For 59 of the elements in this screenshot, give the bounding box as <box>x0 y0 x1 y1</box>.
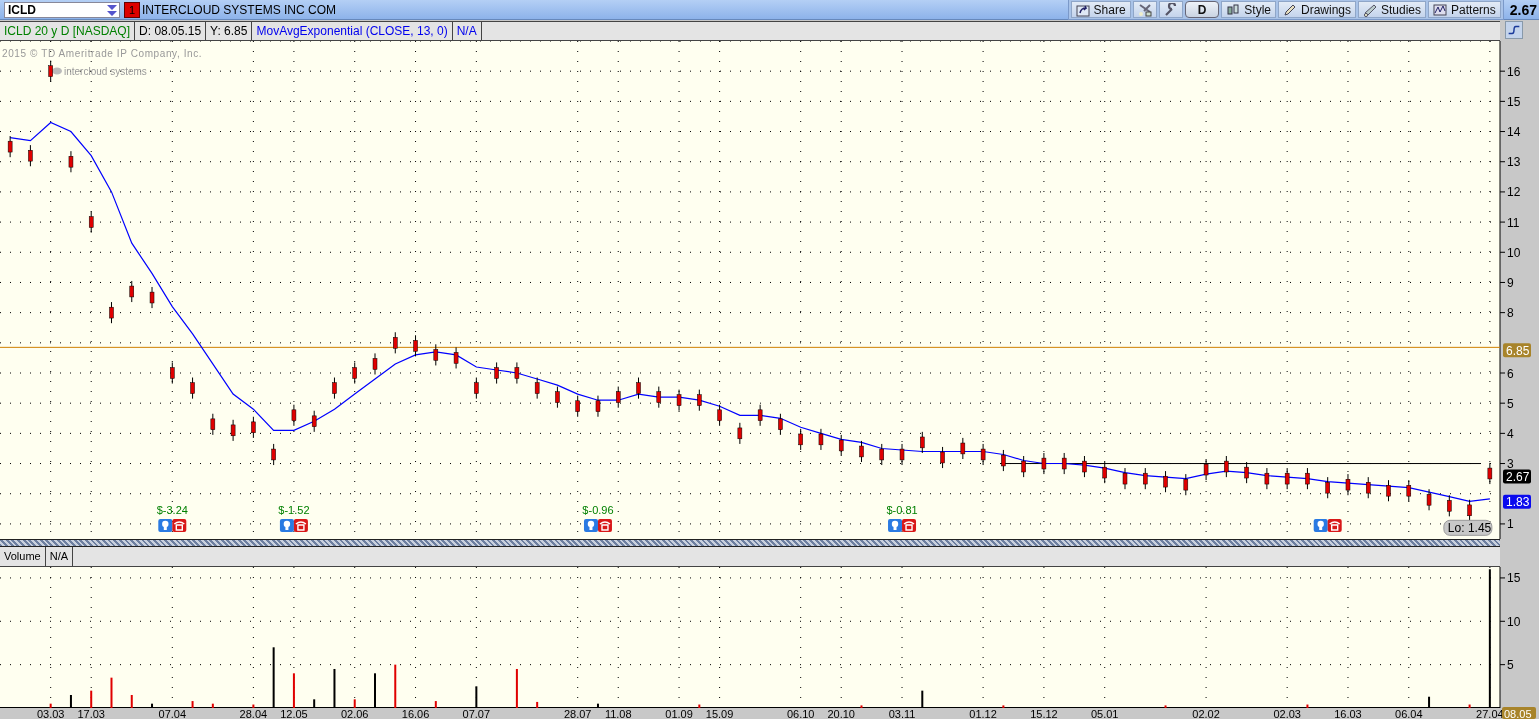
date-label: 07.07 <box>462 708 491 719</box>
study-label: N/A <box>452 22 482 40</box>
date-label: 05.01 <box>1090 708 1119 719</box>
axis-tick-label: 15 <box>1507 94 1521 109</box>
axis-tick-label: 14 <box>1507 125 1521 140</box>
date-label: 12.05 <box>280 708 308 719</box>
date-label: 16.03 <box>1334 708 1362 719</box>
date-label: 11.08 <box>604 708 632 719</box>
study-label: MovAvgExponential (CLOSE, 13, 0) <box>252 22 453 40</box>
date-label: 20.10 <box>827 708 855 719</box>
axis-tick-label: 15 <box>1507 571 1521 586</box>
axis-tick-label: 5 <box>1507 658 1514 673</box>
date-label: 17.03 <box>77 708 105 719</box>
price-badge: 1.83 <box>1503 494 1531 510</box>
cursor-value: D: 08.05.15 <box>135 22 207 40</box>
date-label: 15.09 <box>705 708 734 719</box>
date-label: 28.04 <box>239 708 268 719</box>
cursor-value: Y: 6.85 <box>206 22 253 40</box>
date-label: 06.10 <box>786 708 815 719</box>
date-label: 02.02 <box>1192 708 1220 719</box>
axis-tick-label: 10 <box>1507 614 1521 629</box>
date-label: 06.04 <box>1395 708 1423 719</box>
axis-tick-label: 1 <box>1507 517 1514 532</box>
axis-tick-label: 6 <box>1507 366 1514 381</box>
axis-tick-label: 9 <box>1507 275 1514 290</box>
axis-tick-label: 13 <box>1507 155 1521 170</box>
axis-tick-label: 12 <box>1507 185 1521 200</box>
symbol-description: ICLD 20 y D [NASDAQ] <box>0 22 136 40</box>
axis-tick-label: 16 <box>1507 64 1521 79</box>
date-label: 03.03 <box>36 708 65 719</box>
axis-tick-label: 3 <box>1507 457 1514 472</box>
date-label: 16.06 <box>401 708 430 719</box>
price-badge: 2.67 <box>1503 469 1531 484</box>
last-price: 2.67 <box>1509 1 1537 18</box>
date-label: 01.09 <box>665 708 693 719</box>
date-label: 28.07 <box>563 708 592 719</box>
axis-tick-label: 4 <box>1507 426 1514 441</box>
date-label: 03.11 <box>888 708 916 719</box>
earnings-label: $-1.52 <box>278 504 310 516</box>
alert-badge: 1 <box>124 1 140 18</box>
pane-label: N/A <box>45 547 74 566</box>
company-logo-text: intercloud systems <box>64 66 147 77</box>
copyright-text: 2015 © TD Ameritrade IP Company, Inc. <box>2 48 203 59</box>
date-label: 07.04 <box>158 708 187 719</box>
company-name: INTERCLOUD SYSTEMS INC COM <box>142 2 336 17</box>
earnings-label: $-3.24 <box>156 504 188 516</box>
date-label: 02.03 <box>1273 708 1301 719</box>
date-label: 15.12 <box>1030 708 1058 719</box>
pane-label: Volume <box>0 547 46 566</box>
date-label: 01.12 <box>969 708 997 719</box>
axis-tick-label: 8 <box>1507 306 1514 321</box>
axis-tick-label: 11 <box>1507 215 1520 230</box>
axis-tick-label: 10 <box>1507 245 1521 260</box>
earnings-label: $-0.81 <box>886 504 918 516</box>
price-badge: 6.85 <box>1503 343 1531 358</box>
earnings-label: $-0.96 <box>582 504 614 516</box>
low-price-label: Lo: 1.45 <box>1443 519 1493 536</box>
axis-tick-label: 5 <box>1507 396 1514 411</box>
date-label: 02.06 <box>340 708 369 719</box>
